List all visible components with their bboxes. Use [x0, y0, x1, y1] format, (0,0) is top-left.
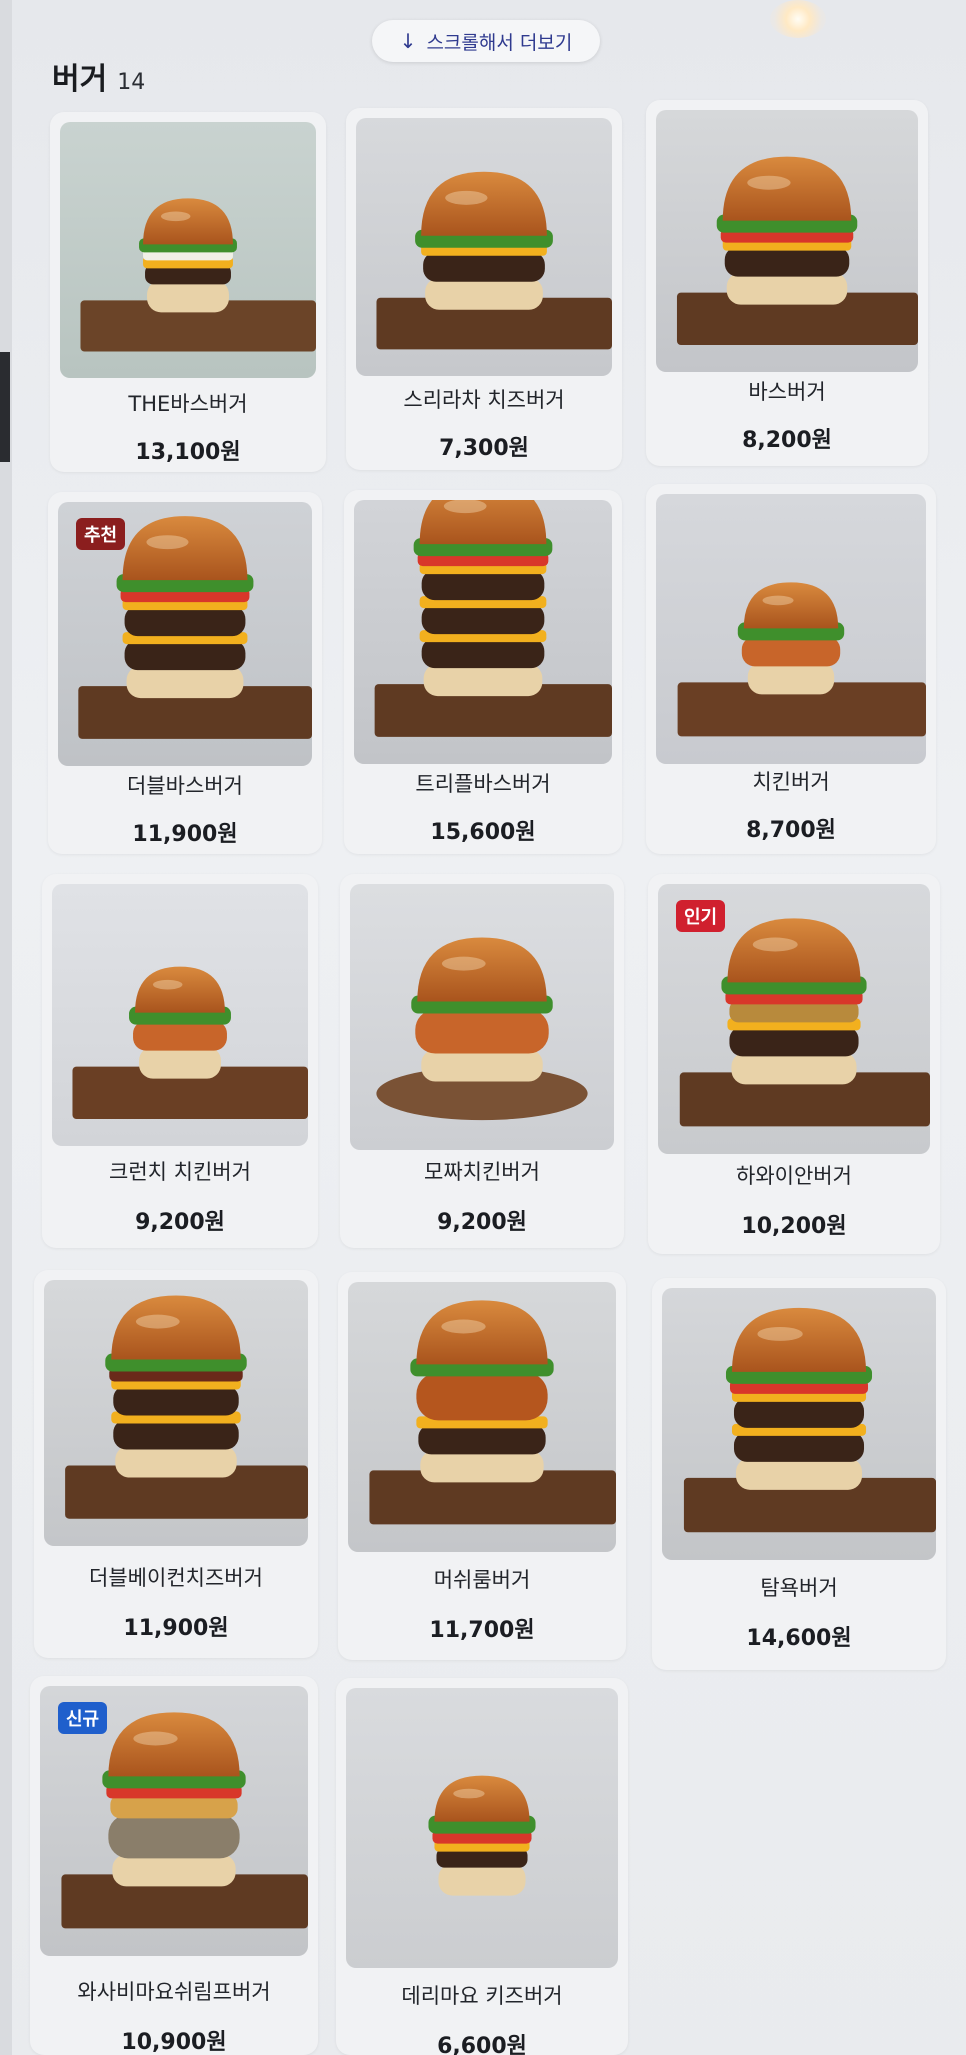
- arrow-down-icon: ↓: [399, 29, 417, 53]
- menu-badge: 인기: [676, 900, 726, 932]
- menu-item-price: 11,900원: [132, 822, 238, 847]
- menu-item-name: 모짜치킨버거: [424, 1160, 540, 1184]
- menu-item-card[interactable]: 바스버거 8,200원: [646, 100, 928, 466]
- menu-item-name: 데리마요 키즈버거: [401, 1984, 563, 2008]
- scroll-more-label: 스크롤해서 더보기: [426, 31, 573, 54]
- menu-item-price: 8,700원: [746, 818, 836, 843]
- burger-photo: [52, 884, 308, 1146]
- menu-item-price: 14,600원: [746, 1626, 852, 1651]
- menu-item-price: 10,200원: [741, 1214, 847, 1239]
- menu-item-price: 9,200원: [135, 1210, 225, 1235]
- menu-item-card[interactable]: 인기하와이안버거 10,200원: [648, 874, 940, 1254]
- light-glare: [770, 0, 826, 38]
- screen-edge-mark: [0, 352, 10, 462]
- screen-edge: [0, 0, 12, 2055]
- menu-badge: 신규: [58, 1702, 108, 1734]
- category-title: 버거: [52, 62, 108, 97]
- menu-item-name: 트리플바스버거: [415, 772, 551, 796]
- burger-photo: [350, 884, 614, 1150]
- burger-photo: [44, 1280, 308, 1546]
- burger-photo: [356, 118, 612, 376]
- menu-item-name: 더블베이컨치즈버거: [89, 1566, 263, 1590]
- category-count: 14: [117, 70, 146, 95]
- scroll-more-button[interactable]: ↓ 스크롤해서 더보기: [372, 20, 600, 62]
- menu-item-price: 15,600원: [430, 820, 536, 845]
- menu-item-card[interactable]: 크런치 치킨버거 9,200원: [42, 874, 318, 1248]
- menu-item-name: 하와이안버거: [736, 1164, 852, 1188]
- menu-item-name: 머쉬룸버거: [433, 1568, 531, 1592]
- menu-item-card[interactable]: 스리라차 치즈버거 7,300원: [346, 108, 622, 470]
- menu-item-name: 치킨버거: [752, 770, 830, 794]
- menu-item-card[interactable]: 모짜치킨버거 9,200원: [340, 874, 624, 1248]
- burger-photo: [346, 1688, 618, 1968]
- burger-photo: [656, 494, 926, 764]
- menu-item-price: 6,600원: [437, 2034, 527, 2055]
- menu-item-card[interactable]: 트리플바스버거 15,600원: [344, 490, 622, 854]
- menu-item-name: 바스버거: [748, 380, 826, 404]
- menu-item-price: 11,900원: [123, 1616, 229, 1641]
- menu-item-card[interactable]: 치킨버거 8,700원: [646, 484, 936, 854]
- menu-item-card[interactable]: 신규와사비마요쉬림프버거 10,900원: [30, 1676, 318, 2055]
- menu-item-card[interactable]: THE바스버거 13,100원: [50, 112, 326, 472]
- menu-item-name: THE바스버거: [128, 392, 248, 416]
- category-header: 버거 14: [52, 54, 145, 98]
- burger-photo: [60, 122, 316, 378]
- burger-photo: [348, 1282, 616, 1552]
- menu-item-card[interactable]: 추천더블바스버거 11,900원: [48, 492, 322, 854]
- menu-item-name: 스리라차 치즈버거: [403, 388, 565, 412]
- menu-item-card[interactable]: 머쉬룸버거 11,700원: [338, 1272, 626, 1660]
- menu-item-price: 10,900원: [121, 2030, 227, 2055]
- burger-photo: [662, 1288, 936, 1560]
- menu-item-price: 11,700원: [429, 1618, 535, 1643]
- menu-item-price: 9,200원: [437, 1210, 527, 1235]
- menu-badge: 추천: [76, 518, 126, 550]
- menu-item-card[interactable]: 더블베이컨치즈버거 11,900원: [34, 1270, 318, 1658]
- menu-item-name: 크런치 치킨버거: [109, 1160, 251, 1184]
- menu-item-name: 와사비마요쉬림프버거: [77, 1980, 271, 2004]
- menu-item-price: 8,200원: [742, 428, 832, 453]
- menu-item-price: 13,100원: [135, 440, 241, 465]
- menu-item-card[interactable]: 탐욕버거 14,600원: [652, 1278, 946, 1670]
- menu-item-name: 더블바스버거: [127, 774, 243, 798]
- menu-item-price: 7,300원: [439, 436, 529, 461]
- burger-photo: [656, 110, 918, 372]
- menu-item-card[interactable]: 데리마요 키즈버거 6,600원: [336, 1678, 628, 2055]
- burger-photo: [354, 500, 612, 764]
- menu-item-name: 탐욕버거: [760, 1576, 838, 1600]
